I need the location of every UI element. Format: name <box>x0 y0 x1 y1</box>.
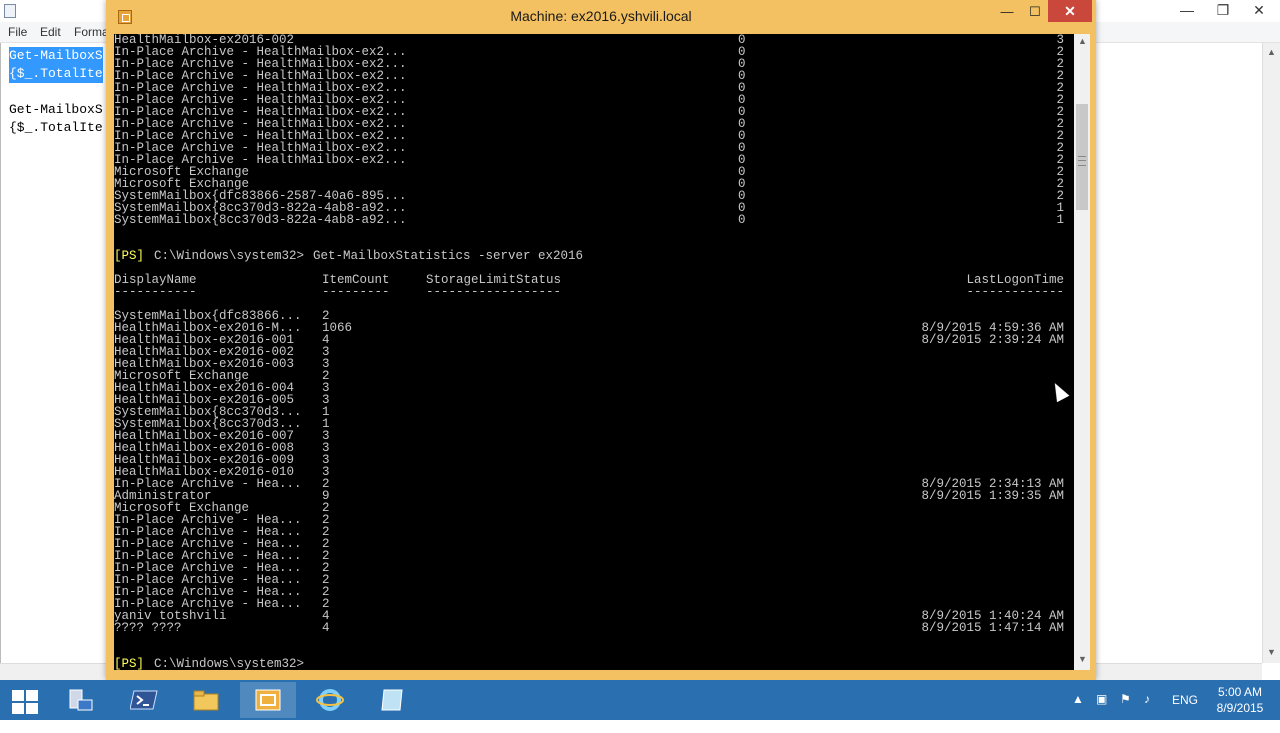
taskbar-notepad[interactable] <box>364 682 420 718</box>
vm-title-bar[interactable]: Machine: ex2016.yshvili.local — ☐ ✕ <box>106 0 1096 34</box>
scroll-up-icon[interactable]: ▲ <box>1263 47 1280 57</box>
system-clock[interactable]: 5:00 AM 8/9/2015 <box>1205 684 1275 716</box>
taskbar-vm-connect[interactable] <box>240 682 296 718</box>
notepad-icon <box>4 4 16 18</box>
internet-explorer-icon <box>316 689 344 711</box>
language-indicator[interactable]: ENG <box>1172 693 1198 733</box>
header-underline: ----------- <box>114 285 197 299</box>
notepad-window-controls: — ❐ ✕ <box>1170 0 1280 22</box>
clock-date: 8/9/2015 <box>1216 701 1264 715</box>
volume-icon[interactable]: ♪ <box>1144 692 1150 732</box>
scroll-down-icon[interactable]: ▼ <box>1263 647 1280 657</box>
vm-close-button[interactable]: ✕ <box>1048 0 1092 22</box>
header-underline: ------------- <box>966 285 1064 299</box>
console-item-count: 4 <box>322 621 330 635</box>
scrollbar-grip-icon <box>1078 156 1086 166</box>
notepad-close-button[interactable]: ✕ <box>1244 0 1274 22</box>
typed-command: Get-MailboxStatistics -server ex2016 <box>313 249 584 263</box>
server-manager-icon <box>69 689 93 711</box>
console-mailbox-name: ???? ???? <box>114 621 182 635</box>
start-icon <box>12 690 38 714</box>
action-center-icon[interactable]: ⚑ <box>1120 692 1131 732</box>
network-icon[interactable]: ▣ <box>1096 692 1107 732</box>
vm-maximize-button[interactable]: ☐ <box>1022 2 1048 22</box>
prompt-tag: [PS] <box>114 657 145 670</box>
header-underline: ------------------ <box>426 285 562 299</box>
scroll-up-icon[interactable]: ▲ <box>1074 36 1091 46</box>
console-last-logon: 8/9/2015 1:39:35 AM <box>921 489 1064 503</box>
taskbar-internet-explorer[interactable] <box>302 682 358 718</box>
console-value: 1 <box>1056 213 1064 227</box>
menu-edit[interactable]: Edit <box>40 25 61 39</box>
start-button[interactable] <box>0 682 56 718</box>
taskbar-server-manager[interactable] <box>52 682 108 718</box>
notepad-line: {$_.TotalIte <box>9 120 103 135</box>
taskbar-file-explorer[interactable] <box>178 682 234 718</box>
menu-file[interactable]: File <box>8 25 27 39</box>
console-vertical-scrollbar[interactable]: ▲ ▼ <box>1074 34 1090 670</box>
prompt-path: C:\Windows\system32> <box>154 249 305 263</box>
clock-time: 5:00 AM <box>1217 685 1263 699</box>
powershell-console[interactable]: HealthMailbox-ex2016-002 0 3 In-Place Archi… <box>114 34 1074 670</box>
notepad-maximize-button[interactable]: ❐ <box>1208 0 1238 22</box>
scroll-down-icon[interactable]: ▼ <box>1074 654 1091 664</box>
taskbar-powershell[interactable] <box>116 682 172 718</box>
prompt-path: C:\Windows\system32> <box>154 657 305 670</box>
console-last-logon: 8/9/2015 1:47:14 AM <box>921 621 1064 635</box>
hyper-v-connect-icon <box>255 689 281 711</box>
vm-minimize-button[interactable]: — <box>994 2 1020 22</box>
console-mailbox-name: SystemMailbox{8cc370d3-822a-4ab8-a92... <box>114 213 407 227</box>
notepad-line: Get-MailboxS <box>9 102 103 117</box>
taskbar: ▲ ▣ ⚑ ♪ ENG 5:00 AM 8/9/2015 <box>0 680 1280 720</box>
vm-connection-window: Machine: ex2016.yshvili.local — ☐ ✕ Heal… <box>106 0 1096 680</box>
menu-format[interactable]: Forma <box>74 25 109 39</box>
powershell-icon <box>130 690 158 710</box>
notepad-line: {$_.TotalIte <box>9 65 103 83</box>
notepad-minimize-button[interactable]: — <box>1172 0 1202 22</box>
notepad-vertical-scrollbar[interactable]: ▲ ▼ <box>1262 43 1280 663</box>
show-hidden-icons-icon[interactable]: ▲ <box>1072 692 1084 732</box>
file-explorer-icon <box>193 690 219 711</box>
prompt-tag: [PS] <box>114 249 145 263</box>
notepad-icon <box>381 689 403 711</box>
console-value: 0 <box>738 213 746 227</box>
console-last-logon: 8/9/2015 2:39:24 AM <box>921 333 1064 347</box>
header-underline: --------- <box>322 285 390 299</box>
vm-window-title: Machine: ex2016.yshvili.local <box>510 8 692 24</box>
notepad-line: Get-MailboxS <box>9 47 103 65</box>
